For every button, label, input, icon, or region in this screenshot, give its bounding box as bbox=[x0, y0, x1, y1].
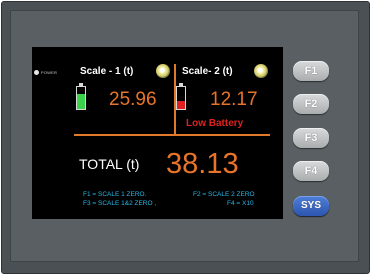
scale1-battery-icon bbox=[76, 86, 86, 110]
help-f2: F2 = SCALE 2 ZERO bbox=[193, 191, 255, 198]
scale1-status-light-icon bbox=[156, 64, 170, 78]
scale2-title: Scale- 2 (t) bbox=[182, 66, 233, 77]
low-battery-warning: Low Battery bbox=[186, 118, 244, 129]
f4-button[interactable]: F4 bbox=[293, 161, 329, 181]
scale2-value: 12.17 bbox=[210, 89, 258, 110]
f1-button[interactable]: F1 bbox=[293, 61, 329, 81]
help-f3: F3 = SCALE 1&2 ZERO , bbox=[83, 200, 157, 207]
total-value: 38.13 bbox=[166, 148, 239, 180]
scale1-value: 25.96 bbox=[109, 89, 157, 110]
scale1-battery-level bbox=[77, 93, 85, 109]
help-f1: F1 = SCALE 1 ZERO. bbox=[83, 191, 147, 198]
scale2-battery-icon bbox=[176, 86, 186, 110]
sys-button[interactable]: SYS bbox=[293, 196, 329, 216]
power-label: POWER bbox=[41, 70, 58, 75]
f2-button[interactable]: F2 bbox=[293, 94, 329, 114]
horizontal-divider bbox=[74, 134, 270, 136]
help-f4: F4 = X10 bbox=[227, 200, 254, 207]
power-led-icon bbox=[34, 70, 39, 75]
f3-button[interactable]: F3 bbox=[293, 128, 329, 148]
scale1-title: Scale - 1 (t) bbox=[80, 66, 134, 77]
total-label: TOTAL (t) bbox=[79, 156, 140, 172]
scale2-status-light-icon bbox=[254, 64, 268, 78]
scale2-battery-level bbox=[177, 101, 185, 109]
